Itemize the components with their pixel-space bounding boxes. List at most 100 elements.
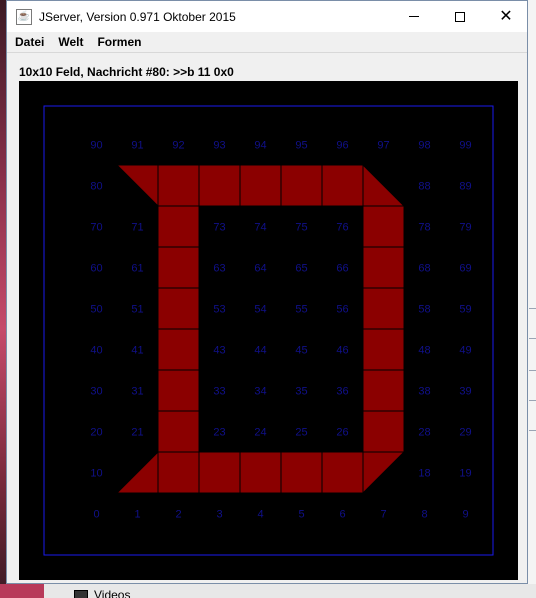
minimize-button[interactable] xyxy=(391,1,437,32)
menu-datei[interactable]: Datei xyxy=(9,35,50,49)
menu-bar: Datei Welt Formen xyxy=(7,32,527,53)
cell-label: 88 xyxy=(418,181,430,193)
cell-label: 58 xyxy=(418,304,430,316)
videos-folder-icon xyxy=(74,590,88,598)
cell-label: 64 xyxy=(254,263,266,275)
cell-label: 2 xyxy=(175,509,181,521)
cell-label: 53 xyxy=(213,304,225,316)
cell-label: 55 xyxy=(295,304,307,316)
background-window-divider xyxy=(529,400,536,401)
cell-label: 44 xyxy=(254,345,266,357)
piece-cell xyxy=(362,287,405,330)
cell-label: 8 xyxy=(421,509,427,521)
cell-label: 24 xyxy=(254,427,266,439)
cell-label: 46 xyxy=(336,345,348,357)
cell-label: 78 xyxy=(418,222,430,234)
menu-formen[interactable]: Formen xyxy=(91,35,147,49)
cell-label: 99 xyxy=(459,140,471,152)
jserver-window: ☕ JServer, Version 0.971 Oktober 2015 ✕ … xyxy=(6,0,528,584)
cell-label: 49 xyxy=(459,345,471,357)
cell-label: 20 xyxy=(90,427,102,439)
cell-label: 26 xyxy=(336,427,348,439)
cell-label: 29 xyxy=(459,427,471,439)
title-bar[interactable]: ☕ JServer, Version 0.971 Oktober 2015 ✕ xyxy=(7,1,527,32)
java-icon: ☕ xyxy=(16,8,32,25)
cell-label: 21 xyxy=(131,427,143,439)
piece-cell xyxy=(115,164,159,208)
piece-cell xyxy=(157,369,200,412)
background-videos-item[interactable]: Videos xyxy=(74,588,131,598)
piece-cell xyxy=(362,451,406,495)
cell-label: 48 xyxy=(418,345,430,357)
piece-cell xyxy=(362,163,406,207)
videos-item-label: Videos xyxy=(94,588,131,598)
piece-cell xyxy=(362,369,405,412)
cell-label: 89 xyxy=(459,181,471,193)
close-icon: ✕ xyxy=(499,7,513,25)
piece-cell xyxy=(115,450,159,494)
cell-label: 4 xyxy=(257,509,263,521)
cell-label: 6 xyxy=(339,509,345,521)
cell-label: 91 xyxy=(131,140,143,152)
cell-label: 19 xyxy=(459,468,471,480)
background-window-edge xyxy=(528,0,536,598)
piece-cell xyxy=(321,451,364,494)
cell-label: 40 xyxy=(90,345,102,357)
piece-cell xyxy=(157,287,200,330)
piece-cell xyxy=(157,410,200,453)
piece-cell xyxy=(198,164,241,207)
piece-cell xyxy=(239,451,282,494)
cell-label: 98 xyxy=(418,140,430,152)
cell-label: 54 xyxy=(254,304,266,316)
cell-label: 95 xyxy=(295,140,307,152)
piece-cell xyxy=(362,205,405,248)
piece-cell xyxy=(198,451,241,494)
cell-label: 25 xyxy=(295,427,307,439)
cell-label: 59 xyxy=(459,304,471,316)
cell-label: 28 xyxy=(418,427,430,439)
background-window-divider xyxy=(529,308,536,309)
cell-label: 71 xyxy=(131,222,143,234)
piece-cell xyxy=(280,451,323,494)
cell-label: 96 xyxy=(336,140,348,152)
minimize-icon xyxy=(409,16,419,17)
close-button[interactable]: ✕ xyxy=(483,1,529,32)
piece-cell xyxy=(157,205,200,248)
piece-cell xyxy=(157,451,200,494)
piece-cell xyxy=(321,164,364,207)
window-title: JServer, Version 0.971 Oktober 2015 xyxy=(39,9,236,24)
cell-label: 36 xyxy=(336,386,348,398)
cell-label: 10 xyxy=(90,468,102,480)
cell-label: 34 xyxy=(254,386,266,398)
background-window-divider xyxy=(529,370,536,371)
maximize-button[interactable] xyxy=(437,1,483,32)
cell-label: 93 xyxy=(213,140,225,152)
cell-label: 18 xyxy=(418,468,430,480)
cell-label: 9 xyxy=(462,509,468,521)
cell-label: 51 xyxy=(131,304,143,316)
cell-label: 30 xyxy=(90,386,102,398)
piece-cell xyxy=(157,246,200,289)
cell-label: 74 xyxy=(254,222,266,234)
cell-label: 79 xyxy=(459,222,471,234)
cell-label: 76 xyxy=(336,222,348,234)
cell-label: 43 xyxy=(213,345,225,357)
cell-label: 38 xyxy=(418,386,430,398)
menu-welt[interactable]: Welt xyxy=(52,35,89,49)
piece-cell xyxy=(157,164,200,207)
cell-label: 75 xyxy=(295,222,307,234)
cell-label: 39 xyxy=(459,386,471,398)
piece-cell xyxy=(362,246,405,289)
cell-label: 73 xyxy=(213,222,225,234)
cell-label: 63 xyxy=(213,263,225,275)
cell-label: 70 xyxy=(90,222,102,234)
piece-cell xyxy=(362,410,405,453)
cell-label: 68 xyxy=(418,263,430,275)
cell-label: 92 xyxy=(172,140,184,152)
game-board[interactable]: 90 91 92 93 94 95 96 97 98 99 80 88 89 70 71 73 74 75 76 78… xyxy=(19,81,518,580)
cell-label: 97 xyxy=(377,140,389,152)
cell-label: 66 xyxy=(336,263,348,275)
cell-label: 33 xyxy=(213,386,225,398)
cell-label: 0 xyxy=(93,509,99,521)
cell-label: 41 xyxy=(131,345,143,357)
